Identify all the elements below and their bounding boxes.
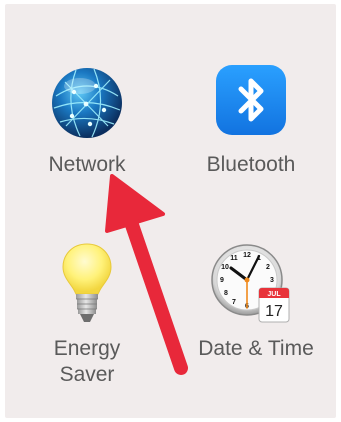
svg-text:11: 11 <box>230 255 238 262</box>
network-pane[interactable]: Network <box>27 60 147 190</box>
calendar-month-text: JUL <box>267 291 281 298</box>
energy-saver-pane[interactable]: Energy Saver <box>33 238 141 398</box>
clock-calendar-icon: 12 1 2 3 9 10 11 8 7 6 JUL 17 <box>211 244 290 323</box>
network-globe-icon <box>52 68 122 138</box>
bluetooth-pane[interactable]: Bluetooth <box>189 60 313 190</box>
svg-text:7: 7 <box>232 299 236 306</box>
bluetooth-icon <box>216 65 286 135</box>
energy-saver-label: Energy Saver <box>53 337 121 386</box>
lightbulb-icon <box>62 243 112 322</box>
svg-text:10: 10 <box>221 264 229 271</box>
svg-text:3: 3 <box>270 277 274 284</box>
bluetooth-label: Bluetooth <box>206 153 296 176</box>
svg-text:9: 9 <box>220 277 224 284</box>
svg-text:12: 12 <box>243 252 251 259</box>
date-time-label: Date & Time <box>198 337 314 360</box>
date-time-pane[interactable]: 12 1 2 3 9 10 11 8 7 6 JUL 17 Date & <box>181 242 331 382</box>
preferences-panel: Network Bluetooth Energy Saver 12 1 2 3 … <box>5 4 336 418</box>
calendar-day-text: 17 <box>265 303 283 320</box>
svg-text:2: 2 <box>266 264 270 271</box>
svg-text:8: 8 <box>224 290 228 297</box>
network-label: Network <box>48 153 126 176</box>
